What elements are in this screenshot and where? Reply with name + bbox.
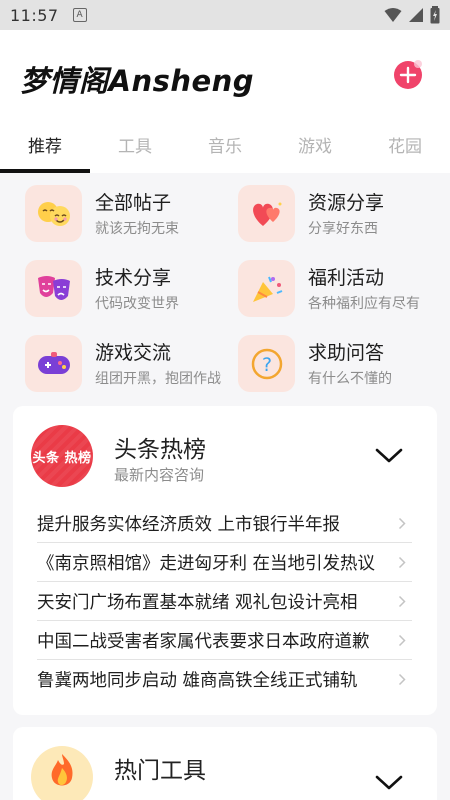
news-item[interactable]: 鲁冀两地同步启动 雄商高铁全线正式铺轨: [37, 660, 412, 699]
news-title: 中国二战受害者家属代表要求日本政府道歉: [37, 631, 370, 652]
fire-icon: [31, 746, 93, 800]
category-grid: 全部帖子 就该无拘无束 资源分享 分享好东西 技术分享 代码改变世界 福利活动 …: [0, 173, 450, 398]
party-popper-icon: [238, 260, 295, 317]
category-desc: 有什么不懂的: [308, 371, 392, 387]
hot-tools-card: 热门工具: [13, 727, 437, 800]
hearts-icon: [238, 185, 295, 242]
battery-icon: [430, 6, 440, 24]
category-name: 福利活动: [308, 267, 385, 289]
app-header: 梦情阁Ansheng: [0, 30, 450, 120]
category-desc: 分享好东西: [308, 221, 378, 237]
category-desc: 就该无拘无束: [95, 221, 179, 237]
category-desc: 代码改变世界: [95, 296, 179, 312]
gamepad-icon: [25, 335, 82, 392]
hot-list-card: 头条 热榜 头条热榜 最新内容咨询 提升服务实体经济质效 上市银行半年报 《南京…: [13, 406, 437, 715]
category-desc: 组团开黑，抱团作战: [95, 371, 221, 387]
category-benefits[interactable]: 福利活动 各种福利应有尽有: [238, 257, 450, 322]
category-tech[interactable]: 技术分享 代码改变世界: [25, 257, 237, 322]
svg-text:?: ?: [261, 354, 271, 376]
category-name: 游戏交流: [95, 342, 172, 364]
tab-music[interactable]: 音乐: [180, 132, 270, 157]
chevron-right-icon: [398, 634, 406, 647]
hot-list-badge: 头条 热榜: [31, 425, 93, 487]
category-name: 求助问答: [308, 342, 385, 364]
category-help-qa[interactable]: ? 求助问答 有什么不懂的: [238, 332, 450, 397]
chevron-right-icon: [398, 673, 406, 686]
category-name: 全部帖子: [95, 192, 172, 214]
news-title: 《南京照相馆》走进匈牙利 在当地引发热议: [37, 553, 376, 574]
category-resources[interactable]: 资源分享 分享好东西: [238, 182, 450, 247]
news-item[interactable]: 提升服务实体经济质效 上市银行半年报: [37, 504, 412, 543]
hot-tools-title: 热门工具: [114, 758, 206, 784]
tab-bar: 推荐 工具 音乐 游戏 花园: [0, 120, 450, 173]
question-icon: ?: [238, 335, 295, 392]
tab-recommend[interactable]: 推荐: [0, 132, 90, 157]
add-post-button[interactable]: [393, 58, 425, 90]
chevron-right-icon: [398, 556, 406, 569]
news-list: 提升服务实体经济质效 上市银行半年报 《南京照相馆》走进匈牙利 在当地引发热议 …: [37, 504, 412, 699]
notification-a-icon: A: [72, 8, 87, 22]
chevron-down-icon[interactable]: [373, 446, 405, 466]
news-title: 鲁冀两地同步启动 雄商高铁全线正式铺轨: [37, 671, 358, 691]
hot-list-badge-text: 头条 热榜: [32, 450, 92, 466]
news-title: 天安门广场布置基本就绪 观礼包设计亮相: [37, 592, 358, 613]
news-item[interactable]: 《南京照相馆》走进匈牙利 在当地引发热议: [37, 543, 412, 582]
category-desc: 各种福利应有尽有: [308, 296, 420, 312]
category-all-posts[interactable]: 全部帖子 就该无拘无束: [25, 182, 237, 247]
theater-masks-icon: [25, 260, 82, 317]
app-title: 梦情阁Ansheng: [20, 64, 255, 98]
chevron-right-icon: [398, 595, 406, 608]
news-item[interactable]: 中国二战受害者家属代表要求日本政府道歉: [37, 621, 412, 660]
category-name: 资源分享: [308, 192, 385, 214]
category-game-chat[interactable]: 游戏交流 组团开黑，抱团作战: [25, 332, 237, 397]
status-time: 11:57: [10, 5, 59, 25]
status-bar: 11:57 A: [0, 0, 450, 30]
news-item[interactable]: 天安门广场布置基本就绪 观礼包设计亮相: [37, 582, 412, 621]
tab-games[interactable]: 游戏: [270, 132, 360, 157]
signal-icon: [409, 8, 423, 22]
wifi-icon: [384, 8, 402, 22]
tab-tools[interactable]: 工具: [90, 132, 180, 157]
chevron-right-icon: [398, 517, 406, 530]
chevron-down-icon[interactable]: [373, 773, 405, 793]
emoji-faces-icon: [25, 185, 82, 242]
tab-garden[interactable]: 花园: [360, 132, 450, 157]
hot-list-title: 头条热榜: [114, 437, 206, 463]
news-title: 提升服务实体经济质效 上市银行半年报: [37, 514, 341, 535]
hot-list-subtitle: 最新内容咨询: [114, 466, 205, 484]
category-name: 技术分享: [95, 267, 172, 289]
